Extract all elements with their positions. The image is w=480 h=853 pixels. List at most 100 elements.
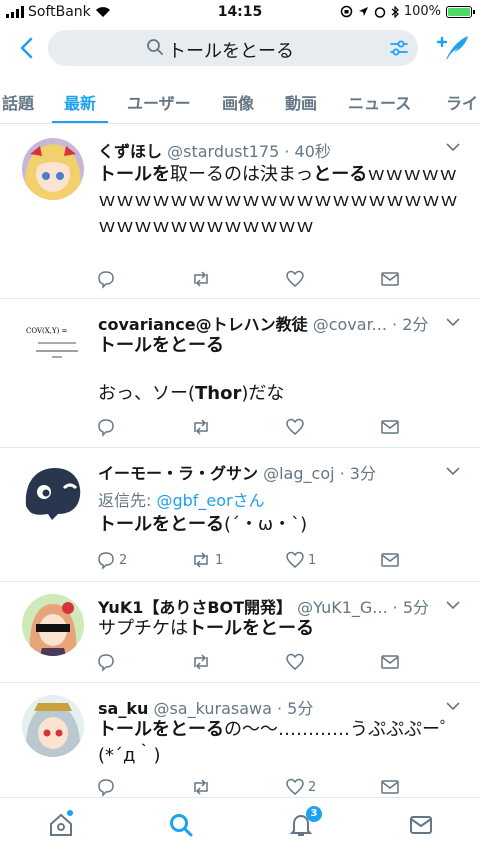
- handle-time: @stardust175 · 40秒: [167, 142, 331, 161]
- tab-photos[interactable]: 画像: [222, 90, 254, 114]
- handle-time: @covar... · 2分: [312, 315, 429, 334]
- tab-news[interactable]: ニュース: [348, 90, 411, 114]
- dm-button[interactable]: [380, 777, 400, 797]
- search-header: トールをとーる: [0, 26, 480, 72]
- lock-rotation-icon: [340, 5, 353, 18]
- tweet-text: トールを取ーるのは決まっとーるｗｗｗｗｗｗｗｗｗｗｗｗｗｗｗｗｗｗｗｗｗｗｗｗｗ…: [98, 164, 458, 237]
- avatar[interactable]: [22, 695, 84, 757]
- reply-icon: [98, 779, 114, 797]
- search-input[interactable]: トールをとーる: [48, 30, 418, 66]
- chevron-down-icon[interactable]: [446, 466, 460, 476]
- retweet-button[interactable]: [190, 652, 215, 672]
- tweet[interactable]: くずほし @stardust175 · 40秒 トールを取ーるのは決まっとーるｗ…: [0, 124, 480, 299]
- search-icon: [147, 39, 163, 55]
- retweet-button[interactable]: [190, 269, 215, 289]
- retweet-count: 1: [215, 552, 224, 568]
- avatar[interactable]: [22, 594, 84, 656]
- retweet-icon: [194, 419, 208, 435]
- dm-button[interactable]: [380, 550, 400, 570]
- chevron-down-icon[interactable]: [446, 317, 460, 327]
- messages-icon[interactable]: [408, 812, 434, 838]
- like-count: 2: [308, 779, 317, 795]
- tab-people[interactable]: ユーザー: [127, 90, 191, 114]
- display-name[interactable]: イーモー・ラ・グサン: [98, 464, 258, 483]
- avatar[interactable]: [22, 460, 84, 522]
- bluetooth-icon: [391, 5, 399, 18]
- avatar[interactable]: COV(X,Y) =: [22, 313, 84, 375]
- handle-time: @YuK1_G... · 5分: [297, 598, 430, 617]
- battery-icon: [446, 5, 475, 18]
- reply-button[interactable]: [96, 652, 119, 672]
- alarm-icon: [374, 6, 386, 18]
- back-arrow-icon[interactable]: [14, 34, 42, 62]
- envelope-icon: [381, 272, 399, 286]
- tab-broadcasts[interactable]: ライ: [446, 90, 478, 114]
- tweet-text: トールをとーる(´・ω・`): [98, 514, 308, 535]
- tweet[interactable]: COV(X,Y) = covariance@トレハン教徒 @covar... ·…: [0, 299, 480, 448]
- tweet-text: サプチケはトールをとーる: [98, 618, 314, 639]
- retweet-icon: [194, 654, 208, 670]
- compose-tweet-icon[interactable]: [434, 32, 470, 64]
- reply-target-link[interactable]: @gbf_eorさん: [156, 491, 264, 510]
- tab-latest[interactable]: 最新: [64, 90, 96, 114]
- reply-button[interactable]: [96, 417, 119, 437]
- like-button[interactable]: 2: [285, 777, 316, 797]
- tweet[interactable]: sa_ku @sa_kurasawa · 5分 トールをとーるの〜〜…………うぷ…: [0, 683, 480, 797]
- heart-icon: [286, 551, 304, 568]
- retweet-icon: [194, 271, 208, 287]
- search-filter-icon[interactable]: [388, 37, 410, 59]
- dm-button[interactable]: [380, 269, 400, 289]
- avatar[interactable]: [22, 138, 84, 200]
- tweet-actions: [96, 269, 416, 291]
- battery-percent: 100%: [403, 4, 441, 19]
- display-name[interactable]: YuK1【ありさBOT開発】: [98, 598, 292, 617]
- search-tabs: 話題 最新 ユーザー 画像 動画 ニュース ライ: [0, 76, 480, 124]
- chevron-down-icon[interactable]: [446, 142, 460, 152]
- tweet[interactable]: イーモー・ラ・グサン @lag_coj · 3分 返信先: @gbf_eorさん…: [0, 448, 480, 582]
- like-button[interactable]: [285, 417, 308, 437]
- heart-icon: [286, 778, 304, 795]
- dm-button[interactable]: [380, 417, 400, 437]
- envelope-icon: [381, 780, 399, 794]
- reply-icon: [98, 271, 114, 289]
- envelope-icon: [381, 655, 399, 669]
- reply-button[interactable]: [96, 269, 119, 289]
- tab-videos[interactable]: 動画: [285, 90, 317, 114]
- tweet-actions: 2: [96, 777, 416, 799]
- tweet[interactable]: YuK1【ありさBOT開発】 @YuK1_G... · 5分 サプチケはトールを…: [0, 582, 480, 683]
- chevron-down-icon[interactable]: [446, 701, 460, 711]
- search-tab-icon[interactable]: [168, 812, 194, 838]
- like-button[interactable]: [285, 269, 308, 289]
- search-query: トールをとーる: [168, 41, 294, 62]
- notification-badge: 3: [306, 806, 322, 822]
- retweet-button[interactable]: 1: [190, 550, 223, 570]
- chevron-down-icon[interactable]: [446, 600, 460, 610]
- tab-top[interactable]: 話題: [2, 90, 34, 114]
- display-name[interactable]: covariance@トレハン教徒: [98, 315, 308, 334]
- status-bar: SoftBank 14:15 100%: [0, 0, 480, 26]
- like-button[interactable]: 1: [285, 550, 316, 570]
- dm-button[interactable]: [380, 652, 400, 672]
- tweet-actions: [96, 417, 416, 439]
- reply-context: 返信先: @gbf_eorさん: [98, 491, 265, 510]
- tweet-text: トールをとーるの〜〜…………うぷぷぷー゜(*´д｀): [98, 719, 458, 766]
- envelope-icon: [381, 553, 399, 567]
- retweet-button[interactable]: [190, 777, 215, 797]
- retweet-button[interactable]: [190, 417, 215, 437]
- display-name[interactable]: sa_ku: [98, 699, 148, 718]
- reply-button[interactable]: 2: [96, 550, 127, 570]
- tweet-actions: [96, 652, 416, 674]
- like-button[interactable]: [285, 652, 308, 672]
- display-name[interactable]: くずほし: [98, 142, 162, 161]
- retweet-icon: [194, 552, 208, 568]
- bottom-tab-bar: 3: [0, 797, 480, 853]
- tweet-actions: 2 1 1: [96, 550, 416, 572]
- location-icon: [358, 7, 368, 16]
- envelope-icon: [381, 420, 399, 434]
- reply-icon: [98, 419, 114, 437]
- tweet-text-line2: おっ、ソー(Thor)だな: [98, 383, 285, 404]
- reply-icon: [98, 552, 114, 570]
- retweet-icon: [194, 779, 208, 795]
- reply-button[interactable]: [96, 777, 119, 797]
- tweet-text: トールをとーる: [98, 335, 224, 356]
